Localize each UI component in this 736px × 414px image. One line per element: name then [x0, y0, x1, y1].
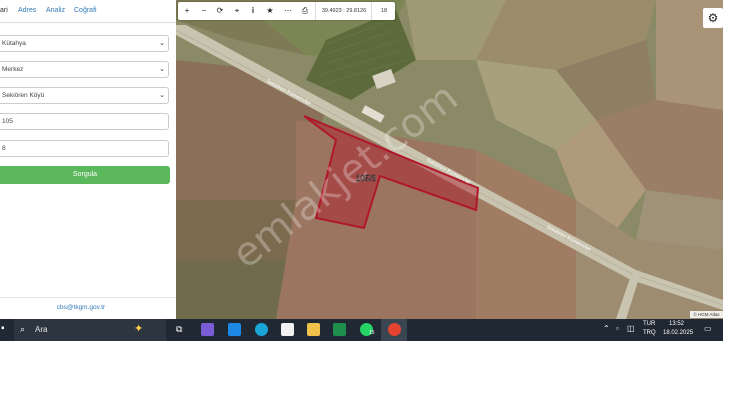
device-icon[interactable]: ▫	[616, 324, 619, 333]
parcel-label: 105/8	[356, 174, 377, 183]
start-icon[interactable]: ▪	[1, 323, 5, 334]
ilce-select-value: Merkez	[2, 66, 24, 73]
ilce-select[interactable]: Merkez ⌄	[0, 61, 169, 78]
file-explorer-icon[interactable]	[307, 323, 320, 336]
search-placeholder: Ara	[35, 325, 48, 334]
taskbar-search[interactable]: ⌕ Ara ✦	[14, 319, 166, 341]
map-view[interactable]: emlakjet.com 105/8 Sekiören Kümeevler Se…	[176, 0, 723, 319]
parsel-input-value: 8	[2, 145, 6, 152]
zoom-in-icon[interactable]: +	[180, 2, 194, 20]
ada-input[interactable]: 105	[0, 113, 169, 130]
print-icon[interactable]: ⎙	[298, 2, 312, 20]
mail-icon[interactable]	[228, 323, 241, 336]
satellite-map: emlakjet.com 105/8 Sekiören Kümeevler Se…	[176, 0, 723, 319]
keyboard-layout[interactable]: TRQ	[643, 330, 656, 336]
gear-icon[interactable]: ⚙	[703, 8, 723, 28]
contact-email-link[interactable]: cbs@tkgm.gov.tr	[0, 304, 162, 311]
locate-icon[interactable]: ⌖	[230, 2, 244, 20]
parsel-input[interactable]: 8	[0, 140, 169, 157]
chevron-down-icon: ⌄	[159, 40, 165, 47]
chevron-up-icon[interactable]: ⌃	[603, 324, 610, 333]
mahalle-select[interactable]: Sekiören Köyü ⌄	[0, 87, 169, 104]
tab-parsel[interactable]: ari	[0, 0, 8, 22]
sorgula-button[interactable]: Sorgula	[0, 166, 170, 184]
favorite-icon[interactable]: ★	[263, 2, 277, 20]
divider	[0, 297, 176, 298]
coordinate-readout: 39.4923 : 29.8126	[315, 2, 372, 20]
tab-analiz[interactable]: Analiz	[46, 0, 65, 22]
field	[176, 260, 286, 319]
notification-icon[interactable]: ▭	[704, 324, 712, 333]
whatsapp-badge: 15	[369, 330, 375, 336]
network-icon[interactable]: ◫	[627, 324, 635, 333]
info-icon[interactable]: i	[246, 2, 260, 20]
excel-icon[interactable]	[333, 323, 346, 336]
zoom-out-icon[interactable]: −	[197, 2, 211, 20]
tab-cografi[interactable]: Coğrafi	[74, 0, 97, 22]
zoom-level: 18	[371, 2, 396, 20]
search-icon: ⌕	[20, 324, 26, 334]
chevron-down-icon: ⌄	[159, 92, 165, 99]
sparkle-icon: ✦	[134, 323, 144, 335]
blank-area	[0, 341, 736, 414]
copilot-icon[interactable]	[201, 323, 214, 336]
mahalle-select-value: Sekiören Köyü	[2, 92, 45, 99]
edge-icon[interactable]	[255, 323, 268, 336]
query-panel: ari Adres Analiz Coğrafi Kütahya ⌄ Merke…	[0, 0, 177, 319]
clock-date[interactable]: 18.02.2025	[663, 330, 693, 336]
task-view-icon[interactable]: ⧉	[176, 324, 182, 335]
measure-icon[interactable]: ⋯	[281, 2, 295, 20]
page-edge	[723, 0, 736, 319]
map-attribution: © HGM Atlas	[690, 311, 723, 318]
clock-time[interactable]: 13:52	[669, 321, 684, 327]
windows-taskbar: ▪ ⌕ Ara ✦ ⧉ 15 ⌃ ▫ ◫ TUR TRQ 13:52 18.02…	[0, 319, 723, 341]
panel-tabs: ari Adres Analiz Coğrafi	[0, 0, 176, 23]
refresh-icon[interactable]: ⟳	[213, 2, 227, 20]
field	[636, 190, 723, 250]
store-icon[interactable]	[281, 323, 294, 336]
chrome-icon[interactable]	[388, 323, 401, 336]
tab-adres[interactable]: Adres	[18, 0, 36, 22]
chevron-down-icon: ⌄	[159, 66, 165, 73]
language-indicator[interactable]: TUR	[643, 321, 655, 327]
il-select-value: Kütahya	[2, 40, 26, 47]
ada-input-value: 105	[2, 118, 13, 125]
il-select[interactable]: Kütahya ⌄	[0, 35, 169, 52]
